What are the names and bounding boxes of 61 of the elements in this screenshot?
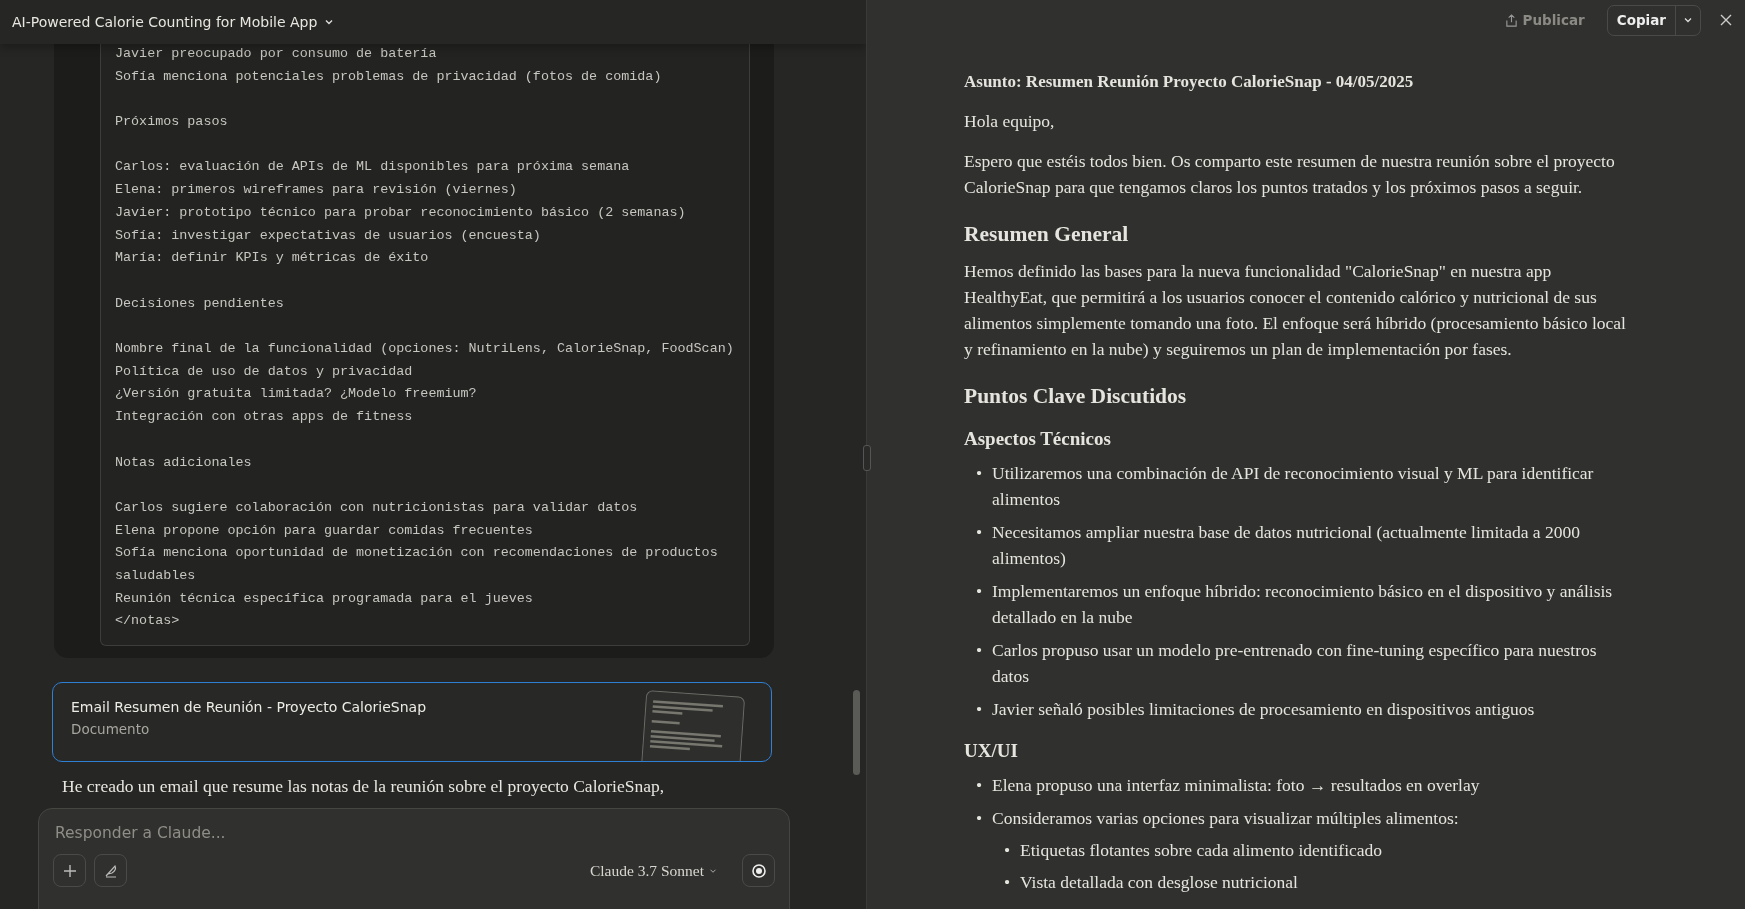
research-button[interactable] <box>742 854 775 887</box>
add-button[interactable] <box>53 854 86 887</box>
reply-input-field[interactable]: Responder a Claude... <box>53 824 777 842</box>
bullet: • <box>976 774 983 797</box>
paragraph: Hola equipo, <box>964 110 1056 133</box>
subsection-heading: UX/UI <box>964 739 1019 763</box>
close-icon <box>1719 13 1733 27</box>
section-heading: Puntos Clave Discutidos <box>964 383 1188 410</box>
code-line: Reunión técnica específica programada para el jueves <box>115 589 534 608</box>
paragraph: Espero que estéis todos bien. Os comparto este resumen de nuestra reunión sobre el proyecto CalorieSnap para que tengamos claros los puntos tratados y los próximos pasos a seguir. <box>964 150 1616 199</box>
code-line: María: definir KPIs y métricas de éxito <box>115 249 430 268</box>
code-line: Integración con otras apps de fitness <box>115 408 414 427</box>
plus-icon <box>61 862 78 879</box>
subsection-heading: Aspectos Técnicos <box>964 427 1112 451</box>
artifact-card[interactable]: Email Resumen de Reunión - Proyecto CalorieSnap Documento <box>52 682 772 763</box>
code-line: Javier preocupado por consumo de batería <box>115 45 438 63</box>
record-icon <box>750 862 767 879</box>
email-subject: Asunto: Resumen Reunión Proyecto CalorieSnap - 04/05/2025 <box>964 71 1415 93</box>
list-item: Javier señaló posibles limitaciones de procesamiento en dispositivos antiguos <box>992 698 1535 721</box>
code-line: ¿Versión gratuita limitada? ¿Modelo freemium? <box>115 385 478 404</box>
bullet: • <box>976 521 983 544</box>
artifact-title: Email Resumen de Reunión - Proyecto CalorieSnap <box>71 699 427 716</box>
code-line: Sofía menciona potenciales problemas de privacidad (fotos de comida) <box>115 67 663 86</box>
artifact-type: Documento <box>71 721 151 738</box>
list-item: Utilizaremos una combinación de API de reconocimiento visual y ML para identificar alimentos <box>992 462 1595 511</box>
chat-title-button[interactable]: AI-Powered Calorie Counting for Mobile App <box>6 10 342 34</box>
scrollbar-thumb[interactable] <box>853 690 860 775</box>
code-line: </notas> <box>115 612 181 631</box>
code-line: Carlos: evaluación de APIs de ML disponibles para próxima semana <box>115 158 631 177</box>
list-item: Implementaremos un enfoque híbrido: reconocimiento básico en el dispositivo y análisis detallado en la nube <box>992 580 1614 629</box>
bullet: • <box>976 639 983 662</box>
list-item: Consideramos varias opciones para visualizar múltiples alimentos: <box>992 807 1459 830</box>
bullet: • <box>976 462 983 485</box>
assistant-message: He creado un email que resume las notas de la reunión sobre el proyecto CalorieSnap, <box>62 776 666 798</box>
code-line: Javier: prototipo técnico para probar reconocimiento básico (2 semanas) <box>115 203 687 222</box>
bullet: • <box>976 807 983 830</box>
code-line: Próximos pasos <box>115 113 229 132</box>
publish-button[interactable]: Publicar <box>1498 11 1591 29</box>
code-line: Elena propone opción para guardar comidas frecuentes <box>115 521 534 540</box>
list-item: Vista detallada con desglose nutricional <box>1020 871 1298 894</box>
code-line: Elena: primeros wireframes para revisión (viernes) <box>115 181 518 200</box>
code-line: Carlos sugiere colaboración con nutricionistas para validar datos <box>115 498 639 517</box>
list-item: Elena propuso una interfaz minimalista: foto → resultados en overlay <box>992 774 1480 797</box>
code-line: Sofía: investigar expectativas de usuarios (encuesta) <box>115 226 542 245</box>
list-item: Etiquetas flotantes sobre cada alimento identificado <box>1020 839 1383 862</box>
code-line: Notas adicionales <box>115 453 253 472</box>
bullet: • <box>976 698 983 721</box>
list-item: Necesitamos ampliar nuestra base de datos nutricional (actualmente limitada a 2000 alimentos) <box>992 521 1581 570</box>
list-item: Carlos propuso usar un modelo pre-entrenado con fine-tuning específico para nuestros datos <box>992 639 1598 688</box>
bullet: • <box>1004 839 1011 862</box>
bullet: • <box>1004 871 1011 894</box>
paragraph: Hemos definido las bases para la nueva funcionalidad "CalorieSnap" en nuestra app HealthyEat, que permitirá a los usuarios conocer el contenido calórico y nutricional de sus alimentos simplemente tomando una foto. El enfoque será híbrido (procesamiento básico local y refinamiento en la nube) y seguiremos un plan de implementación por fases. <box>964 260 1627 361</box>
code-line: Política de uso de datos y privacidad <box>115 362 414 381</box>
code-line: Nombre final de la funcionalidad (opciones: NutriLens, CalorieSnap, FoodScan) <box>115 340 735 359</box>
share-icon <box>1504 13 1518 27</box>
model-selector[interactable]: Claude 3.7 Sonnet <box>583 860 724 881</box>
code-line: Sofía menciona oportunidad de monetización con recomendaciones de productos saludables <box>115 544 719 586</box>
code-line: Decisiones pendientes <box>115 294 285 313</box>
section-heading: Resumen General <box>964 221 1130 248</box>
style-button[interactable] <box>94 854 127 887</box>
bullet: • <box>976 580 983 603</box>
